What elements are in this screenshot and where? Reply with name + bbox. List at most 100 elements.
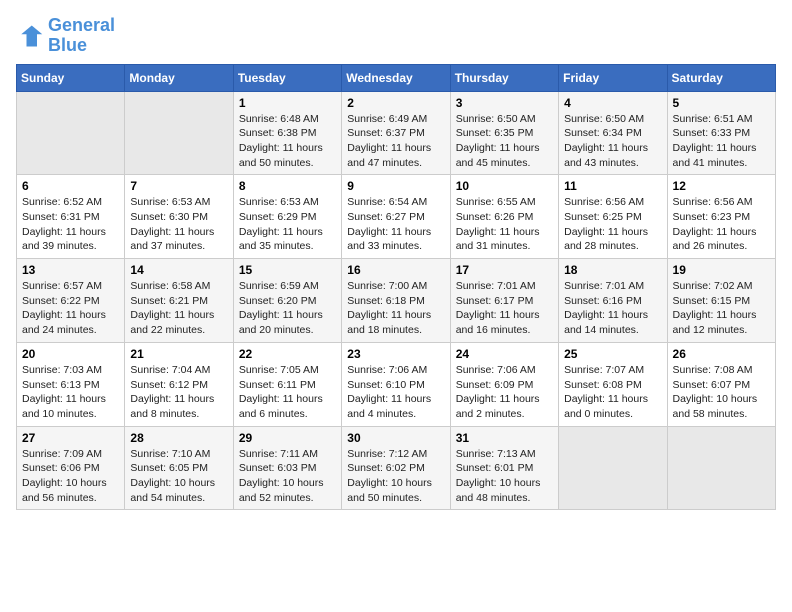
day-number: 2	[347, 96, 444, 110]
cell-content: Sunrise: 7:06 AMSunset: 6:09 PMDaylight:…	[456, 363, 553, 422]
calendar-cell: 24Sunrise: 7:06 AMSunset: 6:09 PMDayligh…	[450, 342, 558, 426]
day-number: 1	[239, 96, 336, 110]
calendar-cell: 20 Sunrise: 7:03 AMSunset: 6:13 PMDayligh…	[17, 342, 125, 426]
cell-content: Sunrise: 6:51 AMSunset: 6:33 PMDaylight:…	[673, 112, 770, 171]
header-cell-friday: Friday	[559, 64, 667, 91]
calendar-cell: 30 Sunrise: 7:12 AMSunset: 6:02 PMDayligh…	[342, 426, 450, 510]
cell-content: Sunrise: 7:11 AMSunset: 6:03 PMDaylight:…	[239, 447, 336, 506]
day-number: 27	[22, 431, 119, 445]
day-number: 13	[22, 263, 119, 277]
day-number: 20	[22, 347, 119, 361]
day-number: 30	[347, 431, 444, 445]
calendar-cell	[559, 426, 667, 510]
cell-content: Sunrise: 6:53 AMSunset: 6:30 PMDaylight:…	[130, 195, 227, 254]
calendar-week-3: 13 Sunrise: 6:57 AMSunset: 6:22 PMDayligh…	[17, 259, 776, 343]
calendar-week-5: 27 Sunrise: 7:09 AMSunset: 6:06 PMDayligh…	[17, 426, 776, 510]
calendar-cell: 21 Sunrise: 7:04 AMSunset: 6:12 PMDayligh…	[125, 342, 233, 426]
day-number: 15	[239, 263, 336, 277]
cell-content: Sunrise: 6:54 AMSunset: 6:27 PMDaylight:…	[347, 195, 444, 254]
calendar-cell: 9 Sunrise: 6:54 AMSunset: 6:27 PMDaylight…	[342, 175, 450, 259]
day-number: 5	[673, 96, 770, 110]
day-number: 3	[456, 96, 553, 110]
calendar-cell: 7Sunrise: 6:53 AMSunset: 6:30 PMDaylight…	[125, 175, 233, 259]
calendar-cell: 10 Sunrise: 6:55 AMSunset: 6:26 PMDayligh…	[450, 175, 558, 259]
calendar-week-1: 1 Sunrise: 6:48 AMSunset: 6:38 PMDaylight…	[17, 91, 776, 175]
cell-content: Sunrise: 6:49 AMSunset: 6:37 PMDaylight:…	[347, 112, 444, 171]
header-cell-wednesday: Wednesday	[342, 64, 450, 91]
cell-content: Sunrise: 7:03 AMSunset: 6:13 PMDaylight:…	[22, 363, 119, 422]
calendar-cell: 5 Sunrise: 6:51 AMSunset: 6:33 PMDaylight…	[667, 91, 775, 175]
cell-content: Sunrise: 6:48 AMSunset: 6:38 PMDaylight:…	[239, 112, 336, 171]
day-number: 29	[239, 431, 336, 445]
day-number: 22	[239, 347, 336, 361]
calendar-cell: 16 Sunrise: 7:00 AMSunset: 6:18 PMDayligh…	[342, 259, 450, 343]
calendar-cell	[125, 91, 233, 175]
day-number: 14	[130, 263, 227, 277]
cell-content: Sunrise: 7:02 AMSunset: 6:15 PMDaylight:…	[673, 279, 770, 338]
calendar-cell: 6Sunrise: 6:52 AMSunset: 6:31 PMDaylight…	[17, 175, 125, 259]
calendar-cell: 31 Sunrise: 7:13 AMSunset: 6:01 PMDayligh…	[450, 426, 558, 510]
header-cell-thursday: Thursday	[450, 64, 558, 91]
cell-content: Sunrise: 7:05 AMSunset: 6:11 PMDaylight:…	[239, 363, 336, 422]
day-number: 25	[564, 347, 661, 361]
day-number: 23	[347, 347, 444, 361]
calendar-cell: 1 Sunrise: 6:48 AMSunset: 6:38 PMDaylight…	[233, 91, 341, 175]
day-number: 16	[347, 263, 444, 277]
calendar-week-4: 20 Sunrise: 7:03 AMSunset: 6:13 PMDayligh…	[17, 342, 776, 426]
cell-content: Sunrise: 6:53 AMSunset: 6:29 PMDaylight:…	[239, 195, 336, 254]
cell-content: Sunrise: 7:01 AMSunset: 6:17 PMDaylight:…	[456, 279, 553, 338]
calendar-cell: 2 Sunrise: 6:49 AMSunset: 6:37 PMDaylight…	[342, 91, 450, 175]
calendar-cell	[17, 91, 125, 175]
cell-content: Sunrise: 7:04 AMSunset: 6:12 PMDaylight:…	[130, 363, 227, 422]
calendar-header-row: SundayMondayTuesdayWednesdayThursdayFrid…	[17, 64, 776, 91]
calendar-cell: 11Sunrise: 6:56 AMSunset: 6:25 PMDayligh…	[559, 175, 667, 259]
logo-text: General Blue	[48, 16, 115, 56]
cell-content: Sunrise: 6:55 AMSunset: 6:26 PMDaylight:…	[456, 195, 553, 254]
calendar-cell: 13 Sunrise: 6:57 AMSunset: 6:22 PMDayligh…	[17, 259, 125, 343]
day-number: 28	[130, 431, 227, 445]
logo: General Blue	[16, 16, 115, 56]
header-cell-saturday: Saturday	[667, 64, 775, 91]
header-cell-sunday: Sunday	[17, 64, 125, 91]
calendar-cell: 4Sunrise: 6:50 AMSunset: 6:34 PMDaylight…	[559, 91, 667, 175]
day-number: 8	[239, 179, 336, 193]
cell-content: Sunrise: 7:09 AMSunset: 6:06 PMDaylight:…	[22, 447, 119, 506]
header-cell-tuesday: Tuesday	[233, 64, 341, 91]
header-cell-monday: Monday	[125, 64, 233, 91]
cell-content: Sunrise: 7:07 AMSunset: 6:08 PMDaylight:…	[564, 363, 661, 422]
page-header: General Blue	[16, 16, 776, 56]
calendar-cell: 17Sunrise: 7:01 AMSunset: 6:17 PMDayligh…	[450, 259, 558, 343]
day-number: 21	[130, 347, 227, 361]
day-number: 31	[456, 431, 553, 445]
cell-content: Sunrise: 7:08 AMSunset: 6:07 PMDaylight:…	[673, 363, 770, 422]
cell-content: Sunrise: 6:59 AMSunset: 6:20 PMDaylight:…	[239, 279, 336, 338]
calendar-cell: 18Sunrise: 7:01 AMSunset: 6:16 PMDayligh…	[559, 259, 667, 343]
cell-content: Sunrise: 7:12 AMSunset: 6:02 PMDaylight:…	[347, 447, 444, 506]
calendar-cell: 19Sunrise: 7:02 AMSunset: 6:15 PMDayligh…	[667, 259, 775, 343]
cell-content: Sunrise: 7:00 AMSunset: 6:18 PMDaylight:…	[347, 279, 444, 338]
day-number: 6	[22, 179, 119, 193]
calendar-cell: 22 Sunrise: 7:05 AMSunset: 6:11 PMDayligh…	[233, 342, 341, 426]
calendar-cell: 27 Sunrise: 7:09 AMSunset: 6:06 PMDayligh…	[17, 426, 125, 510]
calendar-cell: 12Sunrise: 6:56 AMSunset: 6:23 PMDayligh…	[667, 175, 775, 259]
calendar-cell	[667, 426, 775, 510]
calendar-cell: 15 Sunrise: 6:59 AMSunset: 6:20 PMDayligh…	[233, 259, 341, 343]
cell-content: Sunrise: 7:06 AMSunset: 6:10 PMDaylight:…	[347, 363, 444, 422]
day-number: 26	[673, 347, 770, 361]
logo-icon	[16, 22, 44, 50]
calendar-cell: 26 Sunrise: 7:08 AMSunset: 6:07 PMDayligh…	[667, 342, 775, 426]
calendar-week-2: 6Sunrise: 6:52 AMSunset: 6:31 PMDaylight…	[17, 175, 776, 259]
cell-content: Sunrise: 6:57 AMSunset: 6:22 PMDaylight:…	[22, 279, 119, 338]
cell-content: Sunrise: 6:50 AMSunset: 6:34 PMDaylight:…	[564, 112, 661, 171]
calendar-table: SundayMondayTuesdayWednesdayThursdayFrid…	[16, 64, 776, 511]
cell-content: Sunrise: 7:13 AMSunset: 6:01 PMDaylight:…	[456, 447, 553, 506]
day-number: 10	[456, 179, 553, 193]
cell-content: Sunrise: 6:50 AMSunset: 6:35 PMDaylight:…	[456, 112, 553, 171]
calendar-body: 1 Sunrise: 6:48 AMSunset: 6:38 PMDaylight…	[17, 91, 776, 510]
calendar-cell: 14Sunrise: 6:58 AMSunset: 6:21 PMDayligh…	[125, 259, 233, 343]
day-number: 9	[347, 179, 444, 193]
calendar-cell: 25 Sunrise: 7:07 AMSunset: 6:08 PMDayligh…	[559, 342, 667, 426]
cell-content: Sunrise: 7:01 AMSunset: 6:16 PMDaylight:…	[564, 279, 661, 338]
day-number: 11	[564, 179, 661, 193]
calendar-cell: 28Sunrise: 7:10 AMSunset: 6:05 PMDayligh…	[125, 426, 233, 510]
